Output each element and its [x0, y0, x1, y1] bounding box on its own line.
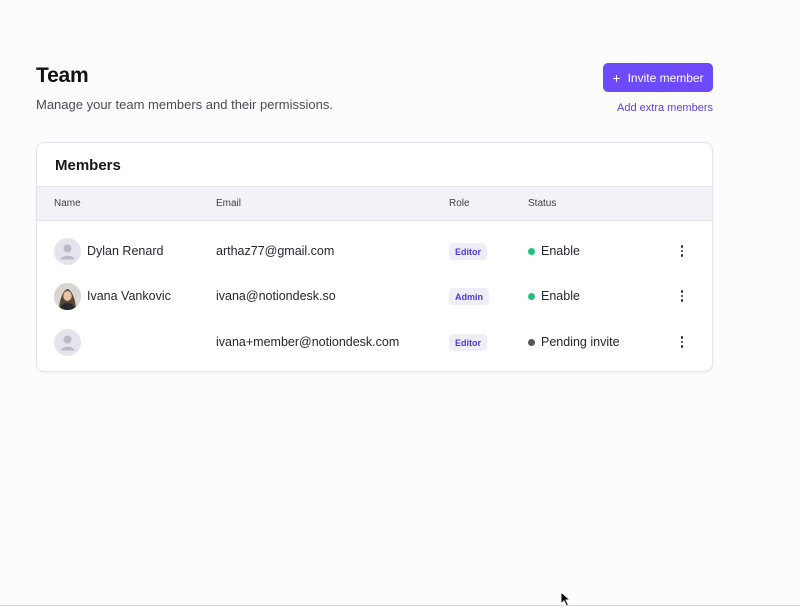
member-name: Dylan Renard [87, 244, 164, 258]
status-dot [528, 292, 535, 300]
status-label: Pending invite [541, 335, 620, 349]
members-card: Members Name Email Role Status Dylan Ren… [36, 142, 713, 372]
placeholder-avatar-icon [54, 238, 81, 265]
column-header-status: Status [528, 198, 557, 209]
page-subtitle: Manage your team members and their permi… [36, 97, 333, 112]
status-label: Enable [541, 289, 580, 303]
avatar [54, 283, 81, 310]
status-dot [528, 338, 535, 346]
member-email: ivana@notiondesk.so [216, 289, 336, 303]
placeholder-avatar-icon [54, 329, 81, 356]
status-dot [528, 247, 535, 255]
column-header-email: Email [216, 198, 242, 209]
status: Enable [528, 244, 580, 258]
more-options-icon[interactable] [675, 333, 689, 351]
divider [0, 605, 800, 606]
invite-member-label: Invite member [627, 70, 704, 85]
more-options-icon[interactable] [675, 287, 689, 305]
member-email: arthaz77@gmail.com [216, 244, 335, 258]
role-badge: Admin [449, 288, 489, 305]
column-header-name: Name [54, 198, 81, 209]
add-extra-members-link[interactable]: Add extra members [617, 102, 713, 114]
table-row: Dylan Renard arthaz77@gmail.com Editor E… [37, 229, 712, 274]
members-title: Members [55, 157, 121, 174]
member-name: Ivana Vankovic [87, 289, 171, 303]
status: Pending invite [528, 335, 620, 349]
plus-icon: + [612, 69, 621, 86]
member-email: ivana+member@notiondesk.com [216, 335, 400, 349]
role-badge: Editor [449, 243, 487, 260]
table-header: Name Email Role Status [37, 186, 712, 221]
invite-member-button[interactable]: + Invite member [603, 63, 713, 92]
team-page: Team Manage your team members and their … [0, 0, 800, 607]
status-label: Enable [541, 244, 580, 258]
status: Enable [528, 289, 580, 303]
role-badge: Editor [449, 334, 487, 351]
table-row: Ivana Vankovic ivana@notiondesk.so Admin… [37, 274, 712, 319]
column-header-role: Role [449, 198, 470, 209]
more-options-icon[interactable] [675, 242, 689, 260]
table-row: ivana+member@notiondesk.com Editor Pendi… [37, 320, 712, 365]
page-title: Team [36, 64, 89, 87]
